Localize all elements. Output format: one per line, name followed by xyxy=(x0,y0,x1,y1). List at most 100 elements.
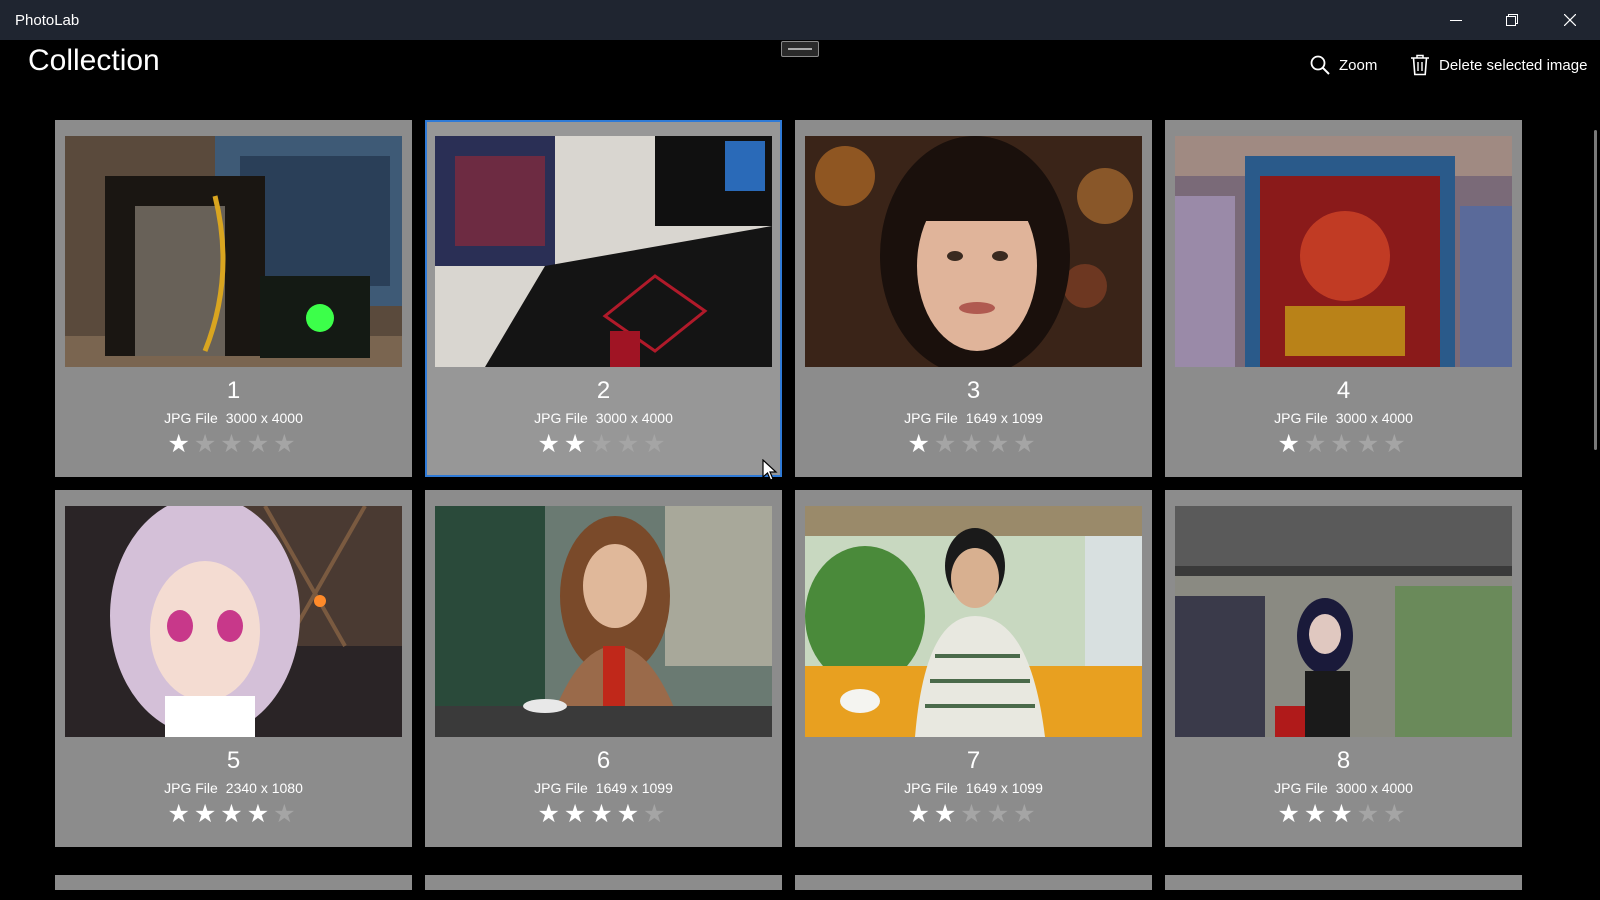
image-card[interactable]: 4 JPG File 3000 x 4000 ★★★★★ xyxy=(1165,120,1522,477)
star-icon[interactable]: ★ xyxy=(590,800,616,828)
star-icon[interactable]: ★ xyxy=(194,430,220,458)
image-card-partial[interactable] xyxy=(425,875,782,890)
image-dimensions: 1649 x 1099 xyxy=(965,780,1043,796)
image-name: 6 xyxy=(596,747,611,774)
star-icon[interactable]: ★ xyxy=(1304,430,1330,458)
file-type: JPG File xyxy=(1274,780,1328,796)
drag-handle[interactable] xyxy=(781,41,819,57)
zoom-label: Zoom xyxy=(1339,56,1378,74)
star-icon[interactable]: ★ xyxy=(987,430,1013,458)
star-icon[interactable]: ★ xyxy=(1277,430,1303,458)
page-title: Collection xyxy=(28,44,160,77)
image-card[interactable]: 8 JPG File 3000 x 4000 ★★★★★ xyxy=(1165,490,1522,847)
image-thumbnail xyxy=(65,506,402,737)
star-icon[interactable]: ★ xyxy=(960,800,986,828)
star-icon[interactable]: ★ xyxy=(934,800,960,828)
star-icon[interactable]: ★ xyxy=(1304,800,1330,828)
star-icon[interactable]: ★ xyxy=(643,800,669,828)
image-thumbnail xyxy=(435,136,772,367)
image-dimensions: 3000 x 4000 xyxy=(225,410,303,426)
star-icon[interactable]: ★ xyxy=(194,800,220,828)
star-icon[interactable]: ★ xyxy=(247,430,273,458)
star-rating[interactable]: ★★★★★ xyxy=(795,799,1152,829)
app-title: PhotoLab xyxy=(15,12,80,29)
star-icon[interactable]: ★ xyxy=(1383,800,1409,828)
star-icon[interactable]: ★ xyxy=(1013,800,1039,828)
star-icon[interactable]: ★ xyxy=(167,800,193,828)
star-rating[interactable]: ★★★★★ xyxy=(1165,799,1522,829)
minimize-button[interactable] xyxy=(1428,0,1484,40)
star-rating[interactable]: ★★★★★ xyxy=(795,429,1152,459)
close-button[interactable] xyxy=(1542,0,1598,40)
image-card-partial[interactable] xyxy=(795,875,1152,890)
image-name: 1 xyxy=(226,377,241,404)
star-rating[interactable]: ★★★★★ xyxy=(1165,429,1522,459)
star-rating[interactable]: ★★★★★ xyxy=(425,799,782,829)
image-card[interactable]: 3 JPG File 1649 x 1099 ★★★★★ xyxy=(795,120,1152,477)
image-name: 5 xyxy=(226,747,241,774)
search-icon xyxy=(1310,55,1330,75)
star-icon[interactable]: ★ xyxy=(1330,800,1356,828)
image-meta: JPG File 1649 x 1099 xyxy=(425,780,782,796)
star-icon[interactable]: ★ xyxy=(220,430,246,458)
image-card[interactable]: 6 JPG File 1649 x 1099 ★★★★★ xyxy=(425,490,782,847)
delete-selected-image-button[interactable]: Delete selected image xyxy=(1410,52,1587,78)
image-thumbnail xyxy=(805,136,1142,367)
image-card-partial[interactable] xyxy=(55,875,412,890)
star-icon[interactable]: ★ xyxy=(167,430,193,458)
mouse-pointer-icon xyxy=(762,459,778,481)
star-icon[interactable]: ★ xyxy=(1013,430,1039,458)
image-card[interactable]: 1 JPG File 3000 x 4000 ★★★★★ xyxy=(55,120,412,477)
star-icon[interactable]: ★ xyxy=(907,800,933,828)
image-name: 4 xyxy=(1336,377,1351,404)
star-icon[interactable]: ★ xyxy=(1357,800,1383,828)
star-icon[interactable]: ★ xyxy=(960,430,986,458)
image-dimensions: 2340 x 1080 xyxy=(225,780,303,796)
star-icon[interactable]: ★ xyxy=(1357,430,1383,458)
star-icon[interactable]: ★ xyxy=(273,800,299,828)
star-icon[interactable]: ★ xyxy=(590,430,616,458)
image-card[interactable]: 7 JPG File 1649 x 1099 ★★★★★ xyxy=(795,490,1152,847)
star-rating[interactable]: ★★★★★ xyxy=(55,429,412,459)
star-rating[interactable]: ★★★★★ xyxy=(425,429,782,459)
star-icon[interactable]: ★ xyxy=(617,800,643,828)
image-name: 8 xyxy=(1336,747,1351,774)
file-type: JPG File xyxy=(164,410,218,426)
image-meta: JPG File 1649 x 1099 xyxy=(795,780,1152,796)
file-type: JPG File xyxy=(164,780,218,796)
image-card[interactable]: 2 JPG File 3000 x 4000 ★★★★★ xyxy=(425,120,782,477)
restore-button[interactable] xyxy=(1484,0,1540,40)
star-icon[interactable]: ★ xyxy=(537,800,563,828)
star-icon[interactable]: ★ xyxy=(537,430,563,458)
star-icon[interactable]: ★ xyxy=(1330,430,1356,458)
star-icon[interactable]: ★ xyxy=(1277,800,1303,828)
star-icon[interactable]: ★ xyxy=(220,800,246,828)
star-icon[interactable]: ★ xyxy=(247,800,273,828)
image-grid: 1 JPG File 3000 x 4000 ★★★★★ 2 JPG File 30… xyxy=(55,120,1545,900)
image-dimensions: 3000 x 4000 xyxy=(595,410,673,426)
star-icon[interactable]: ★ xyxy=(934,430,960,458)
file-type: JPG File xyxy=(904,410,958,426)
image-card[interactable]: 5 JPG File 2340 x 1080 ★★★★★ xyxy=(55,490,412,847)
image-card-partial[interactable] xyxy=(1165,875,1522,890)
star-icon[interactable]: ★ xyxy=(564,430,590,458)
image-name: 7 xyxy=(966,747,981,774)
star-icon[interactable]: ★ xyxy=(1383,430,1409,458)
zoom-button[interactable]: Zoom xyxy=(1310,52,1377,78)
image-dimensions: 3000 x 4000 xyxy=(1335,780,1413,796)
trash-icon xyxy=(1411,54,1429,76)
star-icon[interactable]: ★ xyxy=(617,430,643,458)
star-icon[interactable]: ★ xyxy=(643,430,669,458)
star-rating[interactable]: ★★★★★ xyxy=(55,799,412,829)
title-bar: PhotoLab xyxy=(0,0,1600,40)
image-meta: JPG File 3000 x 4000 xyxy=(425,410,782,426)
vertical-scrollbar[interactable] xyxy=(1594,130,1597,450)
star-icon[interactable]: ★ xyxy=(907,430,933,458)
image-meta: JPG File 3000 x 4000 xyxy=(1165,410,1522,426)
star-icon[interactable]: ★ xyxy=(273,430,299,458)
image-dimensions: 3000 x 4000 xyxy=(1335,410,1413,426)
star-icon[interactable]: ★ xyxy=(987,800,1013,828)
image-dimensions: 1649 x 1099 xyxy=(965,410,1043,426)
minimize-icon xyxy=(1450,20,1462,21)
star-icon[interactable]: ★ xyxy=(564,800,590,828)
